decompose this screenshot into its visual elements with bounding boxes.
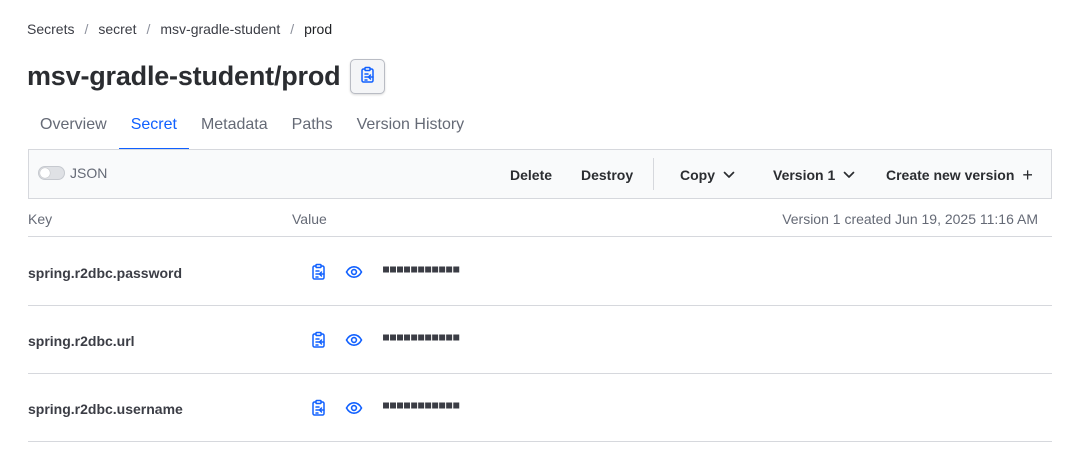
page-title: msv-gradle-student/prod <box>27 60 341 91</box>
tab-secret[interactable]: Secret <box>118 108 190 150</box>
copy-dropdown-label: Copy <box>680 167 715 183</box>
clipboard-copy-icon <box>359 66 377 87</box>
value-column-header: Value <box>292 211 327 227</box>
breadcrumb-msv-gradle-student[interactable]: msv-gradle-student <box>160 21 280 37</box>
delete-button-label: Delete <box>510 167 553 183</box>
secret-toolbar: JSON Delete Destroy Copy Version 1 Creat… <box>28 149 1052 199</box>
destroy-button[interactable]: Destroy <box>581 162 633 188</box>
tab-paths[interactable]: Paths <box>280 108 345 150</box>
breadcrumb-separator: / <box>84 21 89 37</box>
table-row: spring.r2dbc.username ■■■■■■■■■■■ <box>28 374 1052 442</box>
title-row: msv-gradle-student/prod <box>27 58 386 94</box>
eye-icon[interactable] <box>345 263 363 281</box>
json-toggle[interactable]: JSON <box>38 165 107 181</box>
breadcrumb-separator: / <box>146 21 151 37</box>
copy-dropdown-button[interactable]: Copy <box>680 162 735 188</box>
version-dropdown-button[interactable]: Version 1 <box>773 162 855 188</box>
clipboard-copy-icon[interactable] <box>310 399 328 417</box>
json-toggle-label: JSON <box>70 165 108 181</box>
create-new-version-button[interactable]: Create new version + <box>886 162 1033 188</box>
breadcrumb-prod: prod <box>304 21 333 37</box>
masked-value: ■■■■■■■■■■■ <box>383 332 461 343</box>
breadcrumb-secret[interactable]: secret <box>98 21 136 37</box>
eye-icon[interactable] <box>345 399 363 417</box>
chevron-down-icon <box>723 171 735 179</box>
toolbar-divider <box>653 158 654 190</box>
table-row: spring.r2dbc.url ■■■■■■■■■■■ <box>28 306 1052 374</box>
tab-metadata[interactable]: Metadata <box>189 108 280 150</box>
breadcrumb-secrets[interactable]: Secrets <box>27 21 74 37</box>
clipboard-copy-icon[interactable] <box>310 263 328 281</box>
clipboard-copy-icon[interactable] <box>310 331 328 349</box>
table-header: Key Value Version 1 created Jun 19, 2025… <box>28 200 1052 237</box>
table-row: spring.r2dbc.password ■■■■■■■■■■■ <box>28 238 1052 306</box>
switch-knob <box>40 168 50 178</box>
plus-icon: + <box>1022 165 1033 185</box>
version-created-info: Version 1 created Jun 19, 2025 11:16 AM <box>782 211 1038 227</box>
tab-bar: Overview Secret Metadata Paths Version H… <box>28 108 476 150</box>
secret-key: spring.r2dbc.password <box>28 265 183 281</box>
tab-overview[interactable]: Overview <box>28 108 119 150</box>
version-dropdown-label: Version 1 <box>773 167 836 183</box>
key-column-header: Key <box>28 211 53 227</box>
masked-value: ■■■■■■■■■■■ <box>383 400 461 411</box>
breadcrumb: Secrets / secret / msv-gradle-student / … <box>27 20 332 38</box>
breadcrumb-separator: / <box>290 21 295 37</box>
tab-version-history[interactable]: Version History <box>345 108 477 150</box>
json-switch[interactable] <box>38 166 65 180</box>
create-new-version-label: Create new version <box>886 167 1015 183</box>
secret-key: spring.r2dbc.url <box>28 333 135 349</box>
eye-icon[interactable] <box>345 331 363 349</box>
secret-key: spring.r2dbc.username <box>28 401 183 417</box>
masked-value: ■■■■■■■■■■■ <box>383 264 461 275</box>
delete-button[interactable]: Delete <box>510 162 552 188</box>
destroy-button-label: Destroy <box>581 167 634 183</box>
copy-path-button[interactable] <box>350 58 386 94</box>
chevron-down-icon <box>843 171 855 179</box>
